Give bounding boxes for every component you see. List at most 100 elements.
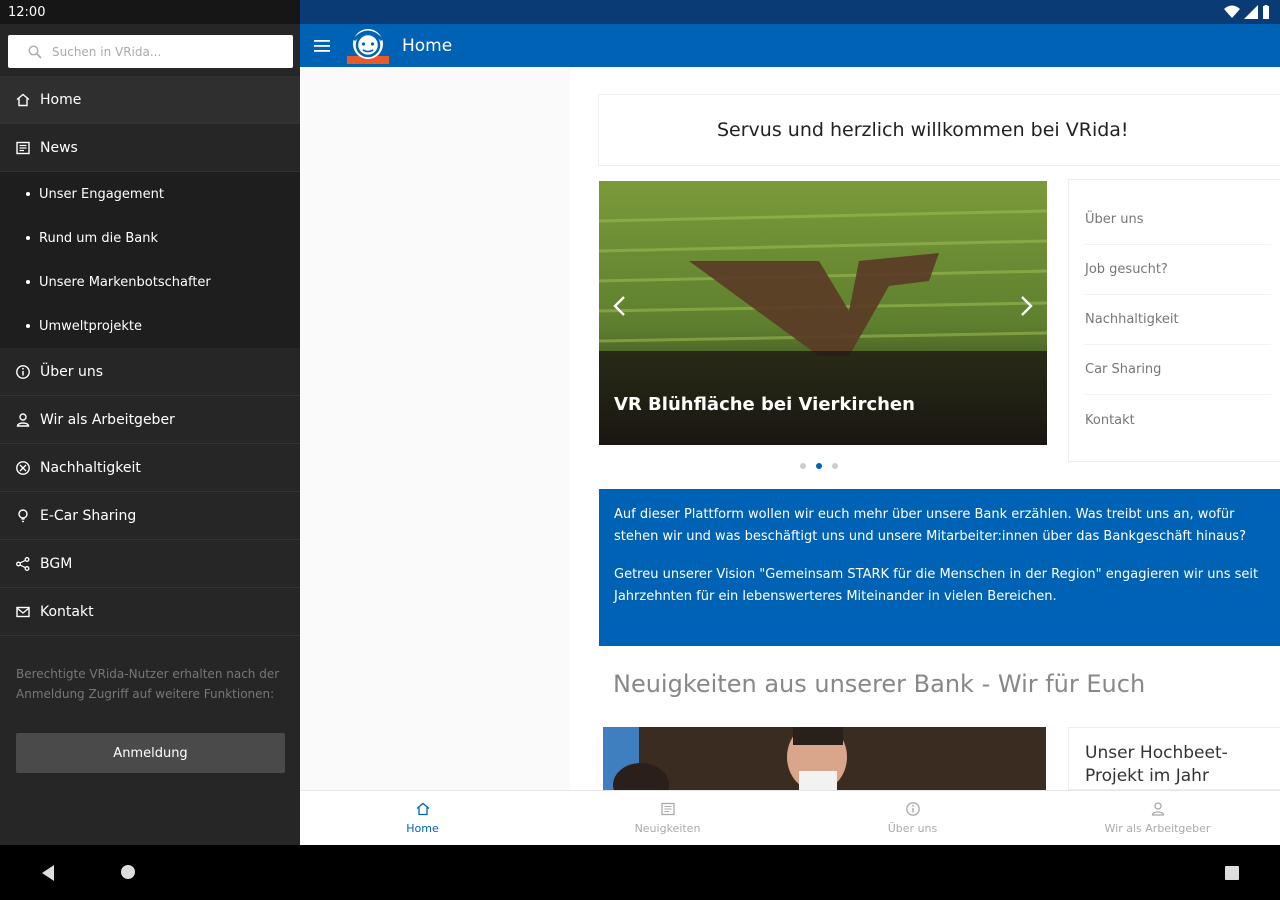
image-carousel[interactable]: VR Blühfläche bei Vierkirchen xyxy=(599,181,1047,445)
bottom-nav-home[interactable]: Home xyxy=(300,791,545,845)
news-heading: Neuigkeiten aus unserer Bank - Wir für E… xyxy=(613,670,1146,698)
status-bar-left: 12:00 xyxy=(0,0,300,24)
home-column: Servus und herzlich willkommen bei VRida… xyxy=(570,67,1280,790)
status-time: 12:00 xyxy=(8,4,46,20)
quick-link-nachhaltigkeit[interactable]: Nachhaltigkeit xyxy=(1085,295,1271,345)
home-icon xyxy=(416,802,429,816)
newspaper-icon xyxy=(660,802,675,816)
system-recents-button[interactable] xyxy=(1224,865,1240,885)
system-back-button[interactable] xyxy=(40,864,56,886)
person-icon xyxy=(1151,802,1164,816)
chevron-right-icon xyxy=(1021,296,1033,316)
welcome-banner: Servus und herzlich willkommen bei VRida… xyxy=(598,94,1280,166)
carousel-indicators xyxy=(800,463,838,469)
bottom-nav-label: Home xyxy=(406,822,439,835)
vrida-logo xyxy=(344,26,392,66)
bottom-nav-neuigkeiten[interactable]: Neuigkeiten xyxy=(545,791,790,845)
nav-item-label: Wir als Arbeitgeber xyxy=(40,411,175,428)
login-button[interactable]: Anmeldung xyxy=(16,733,285,773)
hamburger-icon xyxy=(314,39,330,52)
lightbulb-icon xyxy=(14,507,32,525)
subnav-item-bank[interactable]: Rund um die Bank xyxy=(0,216,300,260)
quick-link-car-sharing[interactable]: Car Sharing xyxy=(1085,345,1271,395)
bullet-icon xyxy=(26,192,30,196)
nav-item-home[interactable]: Home xyxy=(0,76,300,124)
subnav-item-markenbotschafter[interactable]: Unsere Markenbotschafter xyxy=(0,260,300,304)
bullet-icon xyxy=(26,280,30,284)
nav-item-bgm[interactable]: BGM xyxy=(0,540,300,588)
battery-icon xyxy=(1263,5,1269,19)
carousel-dot-active[interactable] xyxy=(816,463,822,469)
status-icons xyxy=(1224,5,1270,19)
subnav-item-umweltprojekte[interactable]: Umweltprojekte xyxy=(0,304,300,348)
subnav-label: Unser Engagement xyxy=(39,186,164,202)
news-card-title[interactable]: Unser Hochbeet-Projekt im Jahr xyxy=(1068,727,1280,790)
system-navigation-bar xyxy=(0,845,1280,900)
search-placeholder: Suchen in VRida... xyxy=(52,44,162,59)
content-area: Servus und herzlich willkommen bei VRida… xyxy=(300,67,1280,790)
bottom-navigation: Home Neuigkeiten Über uns Wir als Arbeit… xyxy=(300,790,1280,845)
recents-square-icon xyxy=(1225,866,1239,880)
intro-box: Auf dieser Plattform wollen wir euch meh… xyxy=(599,489,1280,646)
back-triangle-icon xyxy=(42,865,54,881)
menu-button[interactable] xyxy=(300,39,344,52)
quick-link-kontakt[interactable]: Kontakt xyxy=(1085,395,1271,445)
signal-icon xyxy=(1244,5,1258,19)
intro-paragraph-1: Auf dieser Plattform wollen wir euch meh… xyxy=(614,507,1246,544)
empty-panel xyxy=(300,67,570,790)
nav-item-ecar-sharing[interactable]: E-Car Sharing xyxy=(0,492,300,540)
page-title: Home xyxy=(402,35,453,56)
navigation-drawer: 12:00 Suchen in VRida... Home News Unser… xyxy=(0,0,300,845)
newspaper-icon xyxy=(14,139,32,157)
share-icon xyxy=(14,555,32,573)
nav-item-label: Home xyxy=(40,91,82,108)
nav-item-kontakt[interactable]: Kontakt xyxy=(0,588,300,636)
nav-item-arbeitgeber[interactable]: Wir als Arbeitgeber xyxy=(0,396,300,444)
home-icon xyxy=(14,91,32,109)
nav-item-label: E-Car Sharing xyxy=(40,507,137,524)
nav-item-label: BGM xyxy=(40,555,73,572)
subnav-label: Rund um die Bank xyxy=(39,230,158,246)
carousel-dot[interactable] xyxy=(832,463,838,469)
carousel-next-button[interactable] xyxy=(1012,291,1042,321)
person-icon xyxy=(14,411,32,429)
search-input[interactable]: Suchen in VRida... xyxy=(8,35,293,68)
chevron-left-icon xyxy=(613,296,625,316)
subnav-item-engagement[interactable]: Unser Engagement xyxy=(0,172,300,216)
quick-link-job[interactable]: Job gesucht? xyxy=(1085,245,1271,295)
app-bar: Home xyxy=(300,24,1280,67)
quick-link-ueber-uns[interactable]: Über uns xyxy=(1085,195,1271,245)
system-home-button[interactable] xyxy=(120,864,136,884)
subnav-label: Unsere Markenbotschafter xyxy=(39,274,211,290)
bottom-nav-label: Wir als Arbeitgeber xyxy=(1104,822,1211,835)
login-hint: Berechtigte VRida-Nutzer erhalten nach d… xyxy=(16,667,280,701)
bullet-icon xyxy=(26,324,30,328)
nav-item-ueber-uns[interactable]: Über uns xyxy=(0,348,300,396)
status-bar xyxy=(300,0,1280,24)
subnav-label: Umweltprojekte xyxy=(39,318,143,334)
bottom-nav-arbeitgeber[interactable]: Wir als Arbeitgeber xyxy=(1035,791,1280,845)
news-photo xyxy=(603,727,1046,790)
nav-item-label: Nachhaltigkeit xyxy=(40,459,141,476)
carousel-caption: VR Blühfläche bei Vierkirchen xyxy=(614,394,915,415)
intro-paragraph-2: Getreu unserer Vision "Gemeinsam STARK f… xyxy=(614,567,1259,604)
sustainability-icon xyxy=(14,459,32,477)
app-main: Home Servus und herzlich willkommen bei … xyxy=(300,0,1280,845)
info-icon xyxy=(905,802,920,816)
nav-item-label: News xyxy=(40,139,78,156)
wifi-icon xyxy=(1224,5,1240,18)
drawer-nav: Home News Unser Engagement Rund um die B… xyxy=(0,76,300,636)
bullet-icon xyxy=(26,236,30,240)
quick-links: Über uns Job gesucht? Nachhaltigkeit Car… xyxy=(1068,179,1280,462)
search-icon xyxy=(28,44,42,59)
nav-item-news[interactable]: News xyxy=(0,124,300,172)
nav-item-nachhaltigkeit[interactable]: Nachhaltigkeit xyxy=(0,444,300,492)
carousel-prev-button[interactable] xyxy=(604,291,634,321)
nav-item-label: Über uns xyxy=(40,363,103,380)
news-image[interactable] xyxy=(603,727,1046,790)
bottom-nav-ueber-uns[interactable]: Über uns xyxy=(790,791,1035,845)
info-icon xyxy=(14,363,32,381)
nav-item-label: Kontakt xyxy=(40,603,94,620)
news-subnav: Unser Engagement Rund um die Bank Unsere… xyxy=(0,172,300,348)
carousel-dot[interactable] xyxy=(800,463,806,469)
